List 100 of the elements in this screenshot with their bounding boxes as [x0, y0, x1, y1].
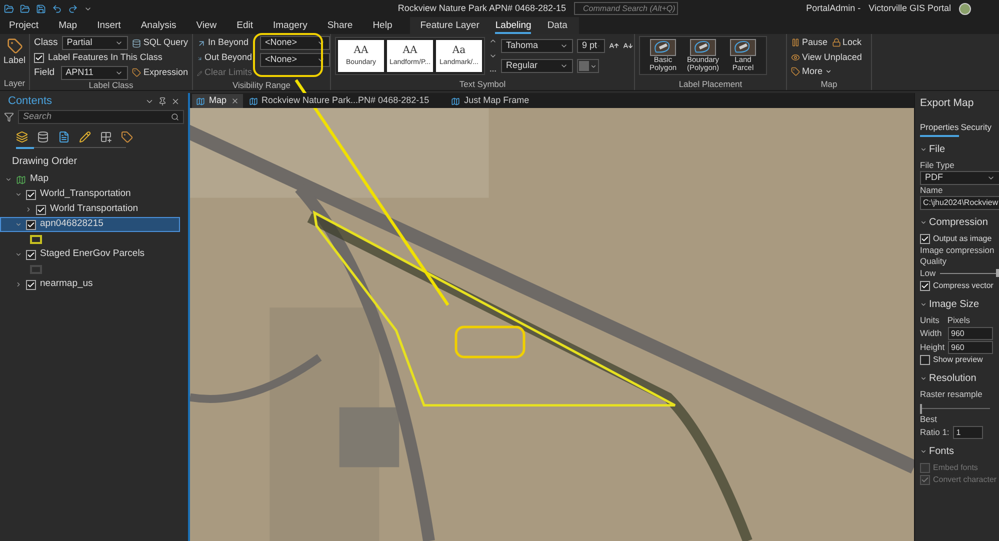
ribbon-tab[interactable]: Insert — [97, 19, 121, 34]
checkbox[interactable] — [26, 190, 36, 200]
save-icon[interactable] — [36, 4, 46, 14]
expression-button[interactable]: Expression — [132, 66, 188, 80]
checkbox-box[interactable] — [920, 234, 930, 244]
slider-thumb[interactable] — [996, 269, 999, 278]
ribbon-tab[interactable]: Analysis — [140, 19, 176, 34]
tag-icon — [132, 68, 142, 78]
ribbon-tab[interactable]: View — [196, 19, 217, 34]
option-checkbox[interactable]: Show preview — [920, 354, 999, 366]
view-unplaced-button[interactable]: View Unplaced — [791, 50, 867, 64]
class-label: Class — [34, 36, 58, 50]
layer-row[interactable]: World Transportation — [0, 202, 180, 217]
collapse-caret-icon[interactable] — [920, 448, 927, 454]
map-tab[interactable]: Map — [192, 94, 243, 108]
field-label: File Type — [920, 160, 956, 171]
group-label: Text Symbol — [459, 79, 506, 89]
checkbox[interactable] — [26, 280, 36, 290]
expanded-caret-icon[interactable] — [15, 251, 22, 258]
in-beyond-button[interactable]: In Beyond — [197, 36, 252, 50]
expanded-caret-icon[interactable] — [15, 191, 22, 198]
collapse-caret-icon[interactable] — [920, 300, 927, 308]
panel-tab[interactable]: Security — [960, 121, 992, 137]
polygon-symbol-swatch[interactable] — [30, 235, 42, 244]
ribbon-tab[interactable]: Share — [327, 19, 353, 34]
pencil-icon[interactable] — [79, 131, 91, 143]
expanded-caret-icon[interactable] — [15, 221, 22, 228]
ribbon-tab[interactable]: Edit — [236, 19, 253, 34]
field-dropdown[interactable]: APN11 — [60, 66, 128, 80]
checkbox-box[interactable] — [920, 280, 930, 290]
pin-icon[interactable] — [158, 96, 167, 106]
layer-row[interactable]: Staged EnerGov Parcels — [0, 247, 180, 262]
shrink-font-icon[interactable] — [623, 41, 633, 51]
layer-row[interactable]: apn046828215 — [0, 217, 180, 232]
grid-plus-icon[interactable] — [100, 131, 112, 143]
more-button[interactable]: More — [791, 65, 867, 78]
grow-font-icon[interactable] — [609, 41, 619, 51]
width-field[interactable]: 960 — [948, 326, 993, 340]
collapse-caret-icon[interactable] — [920, 218, 927, 226]
in-beyond-scale-dropdown[interactable]: <None> — [260, 36, 330, 50]
avatar-icon[interactable] — [959, 2, 971, 14]
out-beyond-scale-dropdown[interactable]: <None> — [260, 53, 330, 67]
user-name[interactable]: PortalAdmin - — [806, 2, 861, 16]
class-dropdown[interactable]: Partial — [62, 36, 128, 50]
checkbox[interactable] — [36, 204, 46, 214]
checkbox-box[interactable] — [920, 354, 930, 364]
lock-icon — [832, 38, 841, 48]
layer-source-icon[interactable] — [58, 131, 70, 143]
sql-query-button[interactable]: SQL Query — [132, 36, 188, 50]
checkbox[interactable] — [26, 250, 36, 260]
list-by-drawing-order-icon[interactable] — [16, 131, 28, 143]
undo-icon[interactable] — [52, 4, 62, 14]
checkbox[interactable] — [26, 220, 36, 230]
ribbon-tab[interactable]: Data — [547, 19, 568, 34]
scroll-down-icon[interactable] — [489, 52, 497, 60]
filter-icon[interactable] — [4, 112, 14, 122]
ratio-field[interactable]: 1 — [953, 426, 984, 438]
checkbox-box[interactable] — [34, 53, 44, 63]
ribbon-tab[interactable]: Imagery — [273, 19, 308, 34]
color-picker[interactable] — [577, 59, 599, 73]
portal-name[interactable]: Victorville GIS Portal — [868, 2, 951, 16]
font-style-dropdown[interactable]: Regular — [501, 59, 573, 73]
window-title: Rockview Nature Park APN# 0468-282-15 — [398, 2, 566, 15]
search-icon — [171, 113, 179, 121]
collapsed-caret-icon[interactable] — [25, 206, 32, 213]
height-field[interactable]: 960 — [948, 340, 993, 354]
command-search-field[interactable]: Command Search (Alt+Q) — [574, 2, 678, 15]
search-field[interactable]: Search — [18, 110, 184, 124]
polygon-symbol-swatch[interactable] — [30, 265, 42, 274]
ribbon-tab[interactable]: Help — [372, 19, 392, 34]
close-icon[interactable] — [171, 96, 180, 106]
ribbon-tab[interactable]: Map — [58, 19, 78, 34]
database-icon[interactable] — [37, 131, 49, 143]
layer-row[interactable]: World_Transportation — [0, 187, 180, 202]
option-checkbox[interactable]: Compress vector — [920, 280, 999, 292]
file-name-field[interactable]: C:\jhu2024\Rockview — [920, 196, 999, 210]
scroll-up-icon[interactable] — [489, 37, 497, 45]
expanded-caret-icon[interactable] — [5, 176, 12, 183]
scale-icon — [197, 38, 206, 48]
label-features-checkbox[interactable]: Label Features In This Class — [34, 51, 188, 65]
close-icon — [230, 97, 239, 105]
highlight-ring — [253, 33, 323, 77]
pause-button[interactable]: Pause — [791, 36, 828, 50]
layer-row[interactable]: nearmap_us — [0, 277, 180, 292]
collapse-caret-icon[interactable] — [920, 146, 927, 153]
ribbon-tab[interactable]: Project — [9, 19, 39, 34]
layer-row[interactable]: Map — [0, 172, 180, 187]
font-size-dropdown[interactable]: 9 pt — [577, 39, 605, 53]
open-folder-icon[interactable] — [20, 4, 30, 14]
panel-tab[interactable]: Properties — [920, 121, 959, 137]
label-button[interactable]: Label — [3, 38, 26, 68]
collapsed-caret-icon[interactable] — [15, 281, 22, 288]
tag-icon[interactable] — [121, 131, 133, 143]
redo-icon[interactable] — [68, 4, 78, 14]
collapse-caret-icon[interactable] — [920, 374, 927, 382]
option-checkbox[interactable]: Output as image — [920, 232, 999, 245]
out-beyond-button[interactable]: Out Beyond — [197, 51, 252, 65]
font-dropdown[interactable]: Tahoma — [501, 39, 573, 53]
file-type-dropdown[interactable]: PDF — [920, 170, 999, 185]
lock-button[interactable]: Lock — [832, 36, 862, 50]
